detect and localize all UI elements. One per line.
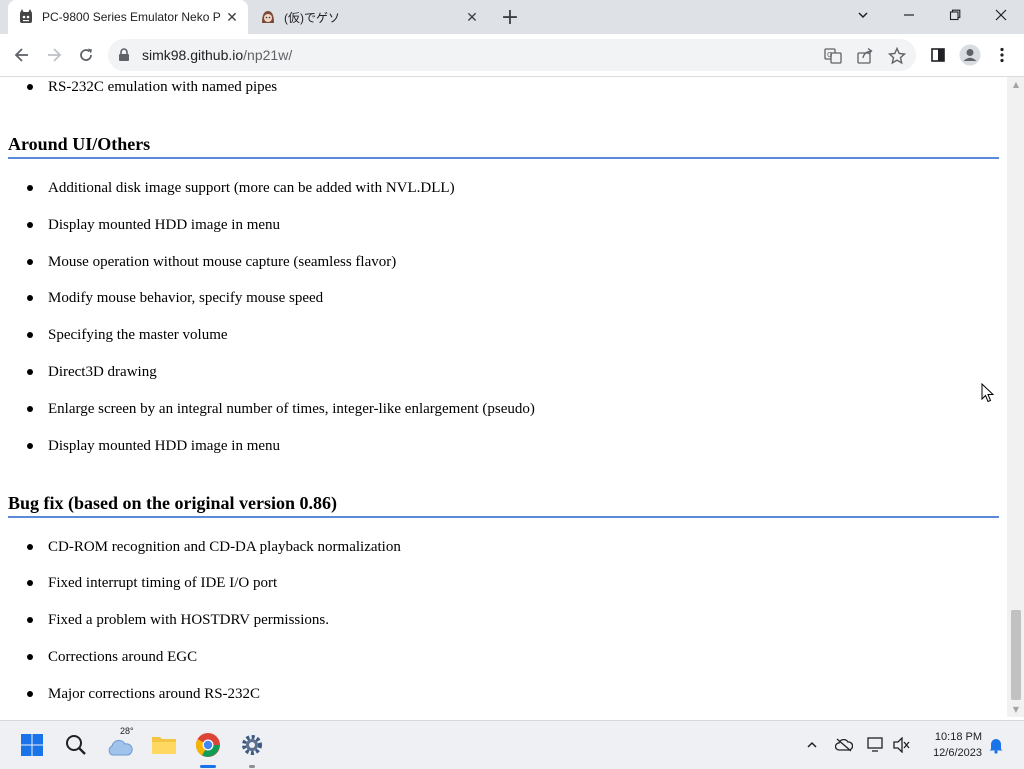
close-tab-icon[interactable]: ✕	[464, 9, 480, 25]
list-item-text: Modify mouse behavior, specify mouse spe…	[48, 290, 324, 306]
list-item-text: Corrections around EGC	[48, 649, 198, 665]
list-item-text: Fixed a problem with HOSTDRV permissions…	[48, 612, 330, 628]
reload-button[interactable]	[72, 41, 100, 69]
search-icon[interactable]	[60, 729, 92, 761]
system-clock[interactable]: 10:18 PM 12/6/2023	[918, 729, 982, 761]
list-item-text: Major corrections around RS-232C	[48, 686, 261, 702]
list-item-text: Display mounted HDD image in menu	[48, 438, 281, 454]
network-icon[interactable]	[866, 735, 886, 755]
new-tab-button[interactable]: +	[498, 5, 522, 30]
list-item-text: Direct3D drawing	[48, 364, 157, 380]
vertical-scrollbar[interactable]: ▲ ▼	[1007, 77, 1024, 717]
tab-title: (仮)でゲソ	[284, 10, 340, 25]
notification-bell-icon[interactable]	[986, 735, 1006, 755]
neko-project-icon	[18, 9, 34, 25]
cloud-icon	[108, 739, 133, 756]
svg-text:G: G	[827, 51, 832, 59]
cloud-sync-off-icon[interactable]	[834, 735, 854, 755]
volume-muted-icon[interactable]	[892, 735, 912, 755]
list-item-text: Display mounted HDD image in menu	[48, 217, 281, 233]
restore-icon[interactable]	[932, 0, 978, 30]
settings-gear-icon[interactable]	[236, 729, 268, 768]
page-content: RS-232C emulation with named pipes Aroun…	[0, 77, 1007, 717]
bookmark-star-icon[interactable]	[888, 47, 906, 65]
list-item-text: Additional disk image support (more can …	[48, 180, 455, 196]
section-heading: Bug fix (based on the original version 0…	[8, 492, 999, 518]
close-window-icon[interactable]	[978, 0, 1024, 30]
scroll-up-arrow-icon[interactable]: ▲	[1011, 80, 1021, 90]
browser-toolbar: simk98.github.io/np21w/ G	[0, 34, 1024, 77]
clock-time: 10:18 PM	[934, 731, 982, 743]
share-icon[interactable]	[856, 47, 874, 65]
list-item-text: Fixed interrupt timing of IDE I/O port	[48, 575, 278, 591]
weather-temp: 28°	[120, 726, 134, 736]
tab-ika[interactable]: (仮)でゲソ ✕	[250, 0, 488, 34]
tab-neko-project[interactable]: PC-9800 Series Emulator Neko P ✕	[8, 0, 248, 34]
list-item-text: Enlarge screen by an integral number of …	[48, 401, 535, 417]
taskbar: 28° 10:18 PM 12/6/2023	[0, 720, 1024, 769]
address-bar[interactable]: simk98.github.io/np21w/ G	[108, 39, 916, 71]
section-heading: Around UI/Others	[8, 133, 999, 159]
list-item-text: CD-ROM recognition and CD-DA playback no…	[48, 539, 401, 555]
clock-date: 12/6/2023	[933, 747, 982, 759]
chrome-icon[interactable]	[192, 729, 224, 768]
url-text[interactable]: simk98.github.io/np21w/	[142, 47, 292, 63]
file-explorer-icon[interactable]	[148, 729, 180, 761]
tab-strip: PC-9800 Series Emulator Neko P ✕ (仮)でゲソ …	[0, 0, 1024, 34]
url-path: /np21w/	[243, 47, 293, 63]
lock-icon[interactable]	[118, 47, 130, 66]
windows-start-icon[interactable]	[16, 729, 48, 761]
menu-kebab-icon[interactable]	[988, 41, 1016, 69]
translate-icon[interactable]: G	[824, 47, 842, 65]
mouse-cursor-icon	[981, 382, 995, 407]
tab-title: PC-9800 Series Emulator Neko P	[42, 10, 221, 24]
scrollbar-thumb[interactable]	[1011, 610, 1021, 700]
close-tab-icon[interactable]: ✕	[224, 9, 240, 25]
scroll-down-arrow-icon[interactable]: ▼	[1011, 705, 1021, 715]
profile-avatar-icon[interactable]	[956, 41, 984, 69]
url-host: simk98.github.io	[142, 47, 244, 63]
list-item-text: Mouse operation without mouse capture (s…	[48, 254, 397, 270]
chevron-up-icon[interactable]	[802, 735, 822, 755]
list-item-text: RS-232C emulation with named pipes	[48, 79, 278, 95]
ika-musume-icon	[260, 9, 276, 25]
tab-search-icon[interactable]	[840, 0, 886, 30]
side-panel-icon[interactable]	[924, 41, 952, 69]
list-item-text: Specifying the master volume	[48, 327, 228, 343]
weather-widget[interactable]: 28°	[104, 726, 136, 761]
back-button[interactable]	[8, 41, 36, 69]
minimize-icon[interactable]	[886, 0, 932, 30]
forward-button[interactable]	[40, 41, 68, 69]
